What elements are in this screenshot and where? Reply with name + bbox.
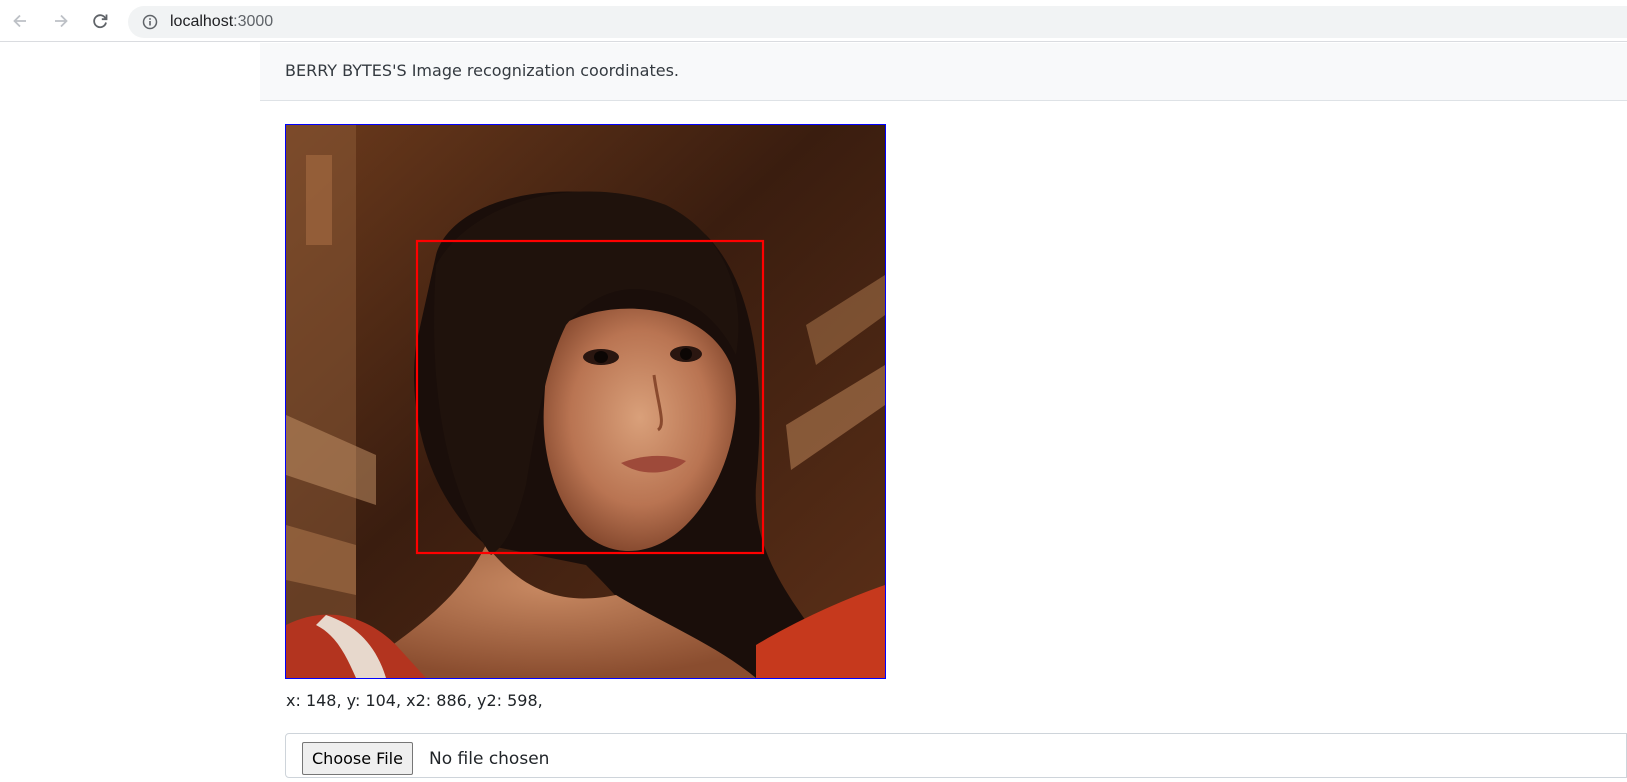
navbar-brand[interactable]: BERRY BYTES'S Image recognization coordi…: [285, 61, 679, 81]
address-bar[interactable]: localhost:3000: [128, 6, 1627, 38]
back-arrow-icon: [10, 11, 30, 31]
active-tab-indicator: [543, 0, 663, 3]
back-button[interactable]: [5, 6, 35, 36]
forward-button[interactable]: [46, 6, 76, 36]
browser-toolbar: localhost:3000: [0, 0, 1627, 42]
reload-button[interactable]: [85, 6, 115, 36]
uploaded-image: [285, 124, 886, 679]
file-input[interactable]: Choose File No file chosen: [285, 733, 1627, 778]
info-icon[interactable]: [142, 14, 158, 30]
face-photo: [286, 125, 885, 678]
url-host: localhost: [170, 13, 234, 30]
forward-arrow-icon: [51, 11, 71, 31]
file-status-label: No file chosen: [429, 749, 550, 769]
choose-file-button[interactable]: Choose File: [302, 742, 413, 775]
app-navbar: BERRY BYTES'S Image recognization coordi…: [260, 43, 1627, 101]
url-text: localhost:3000: [170, 12, 273, 32]
reload-icon: [90, 11, 110, 31]
url-port: :3000: [233, 13, 274, 30]
coordinates-readout: x: 148, y: 104, x2: 886, y2: 598,: [286, 691, 543, 710]
